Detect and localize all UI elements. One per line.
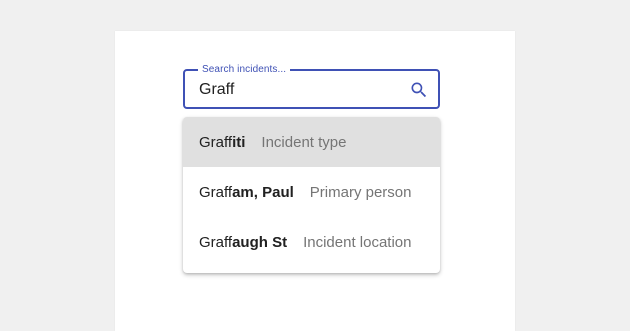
suggestion-completion-text: am, Paul — [232, 183, 294, 201]
suggestion-name: Graffiti — [199, 134, 245, 151]
suggestion-name: Graffaugh St — [199, 234, 287, 251]
search-icon[interactable] — [409, 80, 429, 100]
suggestion-match-text: Graff — [199, 133, 233, 151]
suggestion-completion-text: iti — [232, 133, 246, 151]
suggestions-dropdown: Graffiti Incident type Graffam, Paul Pri… — [183, 117, 440, 273]
search-input[interactable] — [199, 79, 399, 101]
suggestion-match-text: Graff — [199, 183, 233, 201]
suggestion-option-graffiti[interactable]: Graffiti Incident type — [183, 117, 440, 167]
suggestion-name: Graffam, Paul — [199, 184, 294, 201]
search-field[interactable]: Search incidents... — [183, 64, 440, 109]
suggestion-match-text: Graff — [199, 233, 233, 251]
suggestion-type: Incident location — [303, 233, 412, 251]
suggestion-option-graffam-paul[interactable]: Graffam, Paul Primary person — [183, 167, 440, 217]
search-label: Search incidents... — [198, 64, 291, 76]
suggestion-option-graffaugh-st[interactable]: Graffaugh St Incident location — [183, 217, 440, 267]
suggestion-type: Primary person — [309, 183, 412, 201]
suggestion-type: Incident type — [261, 133, 347, 151]
suggestion-completion-text: augh St — [232, 233, 288, 251]
